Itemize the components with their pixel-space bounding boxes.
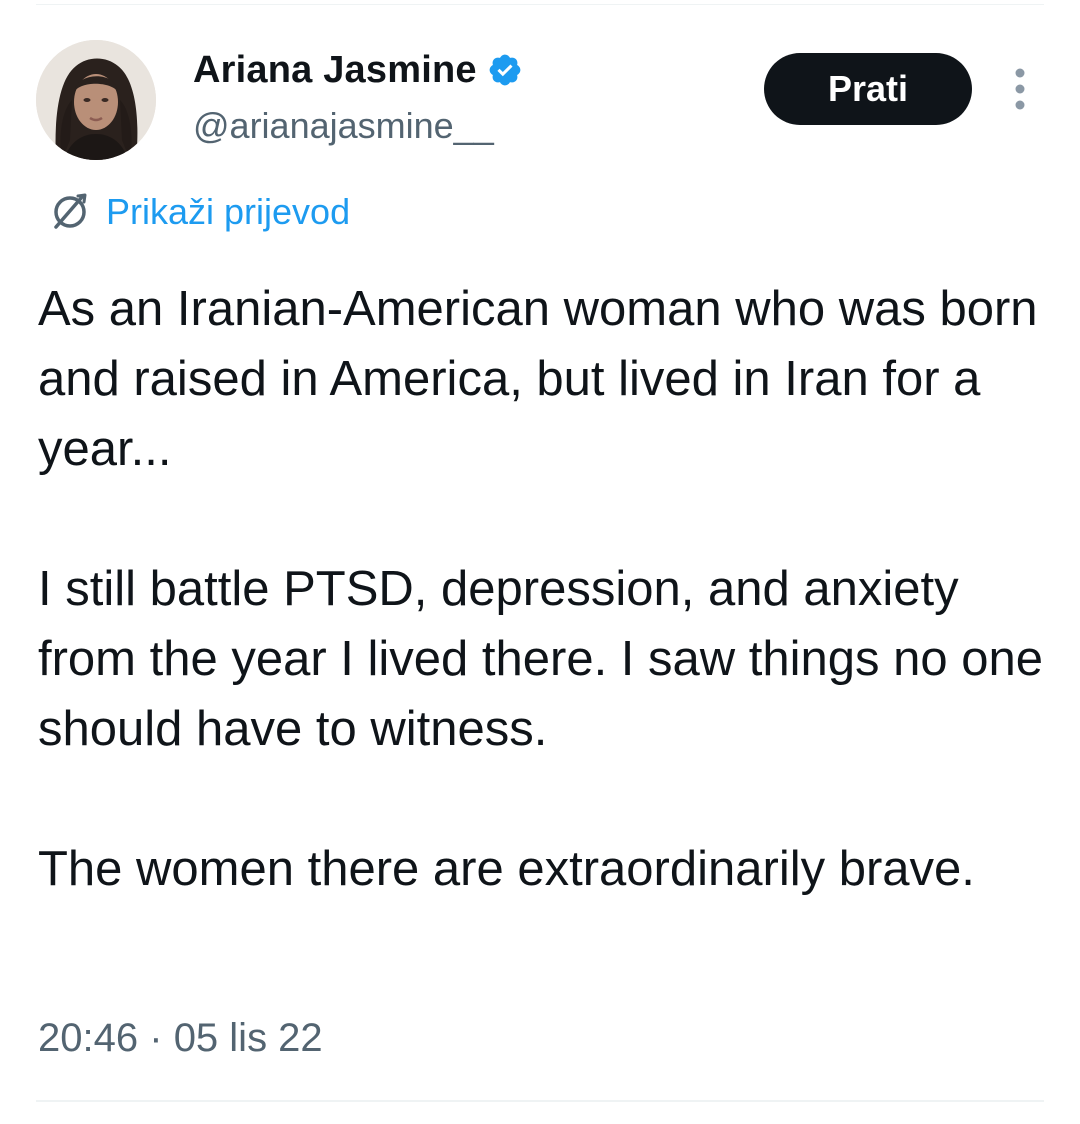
top-divider xyxy=(36,4,1044,5)
show-translation-label[interactable]: Prikaži prijevod xyxy=(106,191,350,233)
bottom-divider xyxy=(36,1100,1044,1102)
tweet-date: 05 lis 22 xyxy=(173,1016,323,1060)
avatar[interactable] xyxy=(36,40,156,160)
follow-button[interactable]: Prati xyxy=(764,53,972,125)
avatar-photo xyxy=(36,40,156,160)
meta-separator: · xyxy=(149,1016,163,1060)
show-translation-link[interactable]: Prikaži prijevod xyxy=(48,188,350,236)
more-vertical-icon[interactable] xyxy=(1006,66,1034,112)
user-handle[interactable]: @arianajasmine__ xyxy=(193,104,494,148)
tweet-paragraph: The women there are extraordinarily brav… xyxy=(38,842,975,896)
display-name[interactable]: Ariana Jasmine xyxy=(193,49,477,92)
tweet-paragraph: As an Iranian-American woman who was bor… xyxy=(38,282,1038,476)
tweet-timestamp[interactable]: 20:46 · 05 lis 22 xyxy=(38,1010,323,1066)
name-row[interactable]: Ariana Jasmine xyxy=(193,46,523,94)
tweet-time: 20:46 xyxy=(38,1016,139,1060)
verified-badge-icon xyxy=(487,52,523,88)
tweet-text: As an Iranian-American woman who was bor… xyxy=(38,274,1048,904)
tweet-paragraph: I still battle PTSD, depression, and anx… xyxy=(38,562,1044,756)
tweet-card: Ariana Jasmine @arianajasmine__ Prati Pr… xyxy=(0,0,1080,1124)
globe-icon xyxy=(48,190,92,234)
